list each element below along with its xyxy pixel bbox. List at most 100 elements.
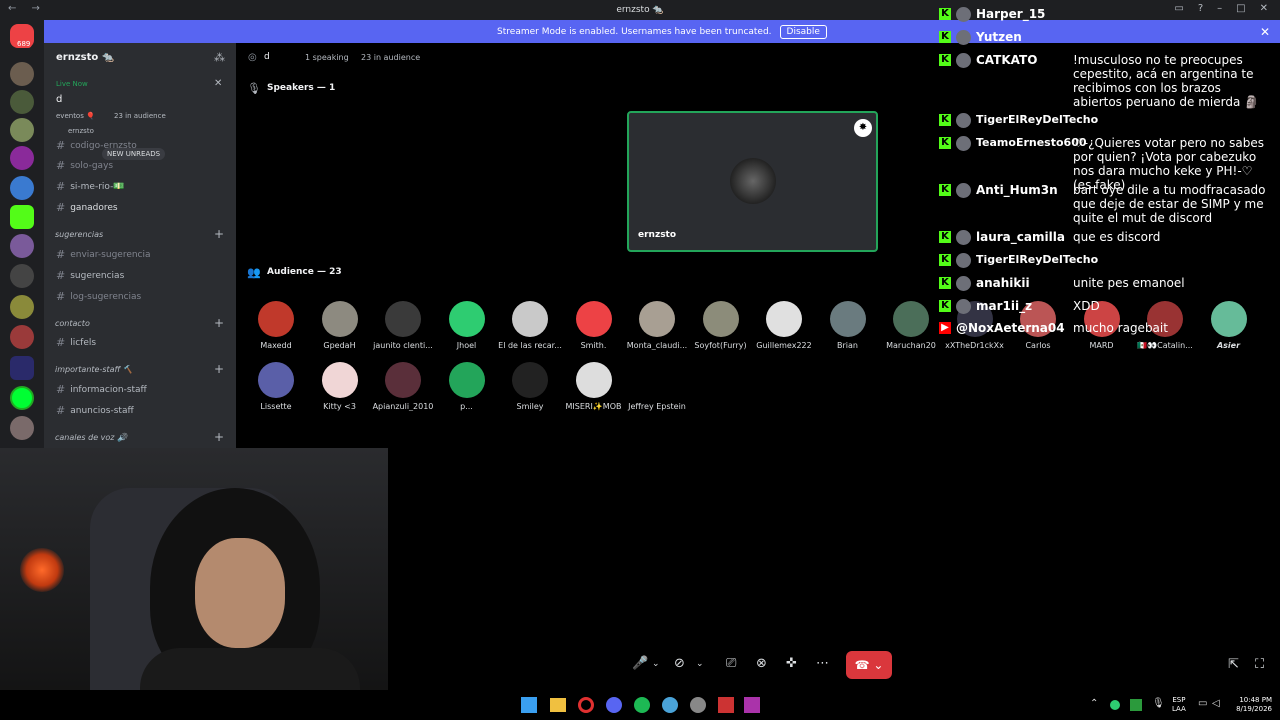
app-icon[interactable] — [744, 697, 760, 713]
more-options-icon[interactable]: ⋯ — [816, 656, 829, 671]
add-channel-icon[interactable]: + — [214, 362, 224, 376]
audience-member[interactable]: Lissette — [244, 362, 308, 411]
invite-icon[interactable]: ✜ — [786, 656, 797, 671]
avatar — [766, 301, 802, 337]
audience-member[interactable]: El de las recar... — [498, 301, 562, 350]
tray-icon[interactable] — [1110, 700, 1120, 710]
audience-member[interactable]: Jhoel — [435, 301, 499, 350]
chat-message: ▶ @NoxAeterna04 mucho ragebait — [936, 321, 1280, 335]
chat-username: TeamoErnesto600 — [976, 136, 1087, 149]
server-icon[interactable] — [10, 62, 34, 86]
chevron-down-icon[interactable]: ⌄ — [652, 659, 660, 669]
server-icon[interactable] — [10, 146, 34, 170]
live-stage-name[interactable]: d — [56, 94, 62, 105]
user-badge-icon — [956, 136, 971, 151]
server-icon[interactable] — [10, 295, 34, 319]
kick-server-icon[interactable] — [10, 205, 34, 229]
audience-name: Smiley — [516, 402, 544, 411]
volume-icon[interactable]: ◁ — [1212, 698, 1220, 709]
audience-member[interactable]: Maxedd — [244, 301, 308, 350]
file-explorer-icon[interactable] — [550, 698, 566, 712]
category-sugerencias[interactable]: sugerencias — [55, 230, 103, 239]
server-icon[interactable] — [10, 234, 34, 258]
audience-member[interactable]: Guillemex222 — [752, 301, 816, 350]
audience-member[interactable]: Apianzuli_2010 — [371, 362, 435, 411]
channel-item[interactable]: # log-sugerencias — [56, 290, 141, 303]
channel-item[interactable]: # sugerencias — [56, 269, 124, 282]
audience-member[interactable]: Smith. — [562, 301, 626, 350]
audience-member[interactable]: Smiley — [498, 362, 562, 411]
audience-member[interactable]: jaunito clenti... — [371, 301, 435, 350]
disable-button[interactable]: Disable — [779, 24, 827, 39]
fullscreen-icon[interactable]: ⛶ — [1255, 657, 1264, 672]
clock[interactable]: 10:48 PM 8/19/2026 — [1228, 696, 1272, 714]
audience-member[interactable]: Soyfot(Furry) — [689, 301, 753, 350]
server-name[interactable]: ernzsto 🐀 — [56, 52, 114, 63]
nav-arrows[interactable]: ← → — [8, 3, 46, 14]
popout-icon[interactable]: ⇱ — [1228, 657, 1239, 672]
category-voz[interactable]: canales de voz 🔊 — [55, 433, 127, 442]
channel-item[interactable]: # anuncios-staff — [56, 404, 134, 417]
add-friend-icon[interactable]: ⁂ — [214, 51, 225, 64]
category-staff[interactable]: importante-staff 🔨 — [55, 365, 133, 374]
app-icon[interactable] — [662, 697, 678, 713]
speaker-avatar — [730, 158, 776, 204]
app-icon[interactable] — [690, 697, 706, 713]
audience-member[interactable]: Brian — [816, 301, 880, 350]
tray-icon[interactable] — [1130, 699, 1142, 711]
spotify-icon[interactable] — [634, 697, 650, 713]
server-icon[interactable] — [10, 416, 34, 440]
chevron-up-icon[interactable]: ⌃ — [1090, 698, 1098, 709]
leave-stage-button[interactable]: ☎ ⌄ — [846, 651, 892, 679]
server-icon[interactable] — [10, 386, 34, 410]
chevron-down-icon[interactable]: ⌄ — [696, 659, 704, 669]
live-close-icon[interactable]: ✕ — [214, 78, 222, 89]
server-icon[interactable] — [10, 356, 34, 380]
language-indicator[interactable]: ESP LAA — [1172, 696, 1186, 714]
start-icon[interactable] — [521, 697, 537, 713]
avatar — [258, 362, 294, 398]
app-icon[interactable] — [718, 697, 734, 713]
chat-text: que es discord — [1073, 230, 1161, 244]
live-event: eventos 🎈 — [56, 112, 95, 120]
add-channel-icon[interactable]: + — [214, 316, 224, 330]
server-icon[interactable] — [10, 118, 34, 142]
audience-member[interactable]: GpedaH — [308, 301, 372, 350]
mute-audience-icon[interactable]: ⊗ — [756, 656, 767, 671]
channel-item[interactable]: # informacion-staff — [56, 383, 147, 396]
camera-off-icon[interactable]: ⊘ — [674, 656, 685, 671]
audience-member[interactable]: Kitty <3 — [308, 362, 372, 411]
audience-name: GpedaH — [323, 341, 356, 350]
avatar — [385, 362, 421, 398]
audience-member[interactable]: Monta_claudi... — [625, 301, 689, 350]
audience-member[interactable]: Jeffrey Epstein — [625, 362, 689, 411]
kick-icon: K — [939, 254, 951, 266]
network-icon[interactable]: ▭ — [1198, 698, 1207, 709]
server-icon[interactable] — [10, 176, 34, 200]
discord-icon[interactable] — [606, 697, 622, 713]
channel-item[interactable]: # enviar-sugerencia — [56, 248, 151, 261]
banner-text: Streamer Mode is enabled. Usernames have… — [497, 26, 772, 37]
speaker-tile[interactable]: ✸ ernzsto — [627, 111, 878, 252]
microphone-tray-icon[interactable]: 🎙 — [1152, 698, 1165, 709]
audience-member[interactable]: MISERI✨MOB — [562, 362, 626, 411]
channel-item[interactable]: # ganadores — [56, 201, 118, 214]
channel-item[interactable]: # si-me-rio-💵 — [56, 180, 125, 193]
server-icon[interactable] — [10, 90, 34, 114]
audience-member[interactable]: p... — [435, 362, 499, 411]
add-channel-icon[interactable]: + — [214, 430, 224, 444]
stream-chat-overlay: K Harper_15 K Yutzen K CATKATO !musculoso no t… — [936, 0, 1280, 340]
chat-message: K Harper_15 — [936, 7, 1280, 22]
channel-item[interactable]: # licfels — [56, 336, 96, 349]
kick-icon: K — [939, 184, 951, 196]
screen-share-icon[interactable]: ⎚ — [726, 656, 736, 671]
add-channel-icon[interactable]: + — [214, 227, 224, 241]
channel-item[interactable]: # solo-gays — [56, 159, 113, 172]
user-badge-icon — [956, 183, 971, 198]
category-contacto[interactable]: contacto — [55, 319, 90, 328]
audience-member[interactable]: Maruchan20 — [879, 301, 943, 350]
server-icon[interactable] — [10, 325, 34, 349]
server-icon[interactable] — [10, 264, 34, 288]
microphone-toggle-icon[interactable]: 🎤 — [632, 656, 648, 671]
opera-icon[interactable] — [578, 697, 594, 713]
